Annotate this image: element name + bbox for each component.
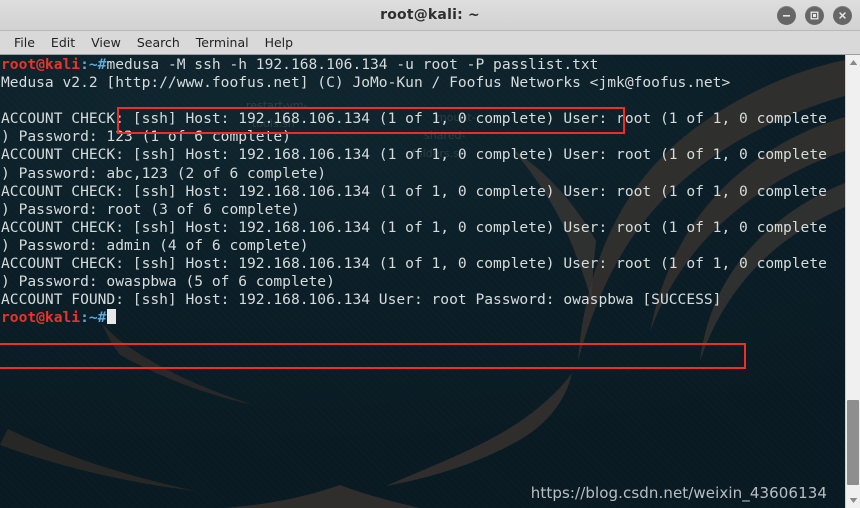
minimize-button[interactable] [777,6,796,25]
menu-item-file[interactable]: File [6,33,43,52]
typed-command: medusa -M ssh -h 192.168.106.134 -u root… [106,56,599,73]
terminal-active-prompt-line: root@kali:~# [1,309,845,327]
prompt-user-host: root@kali [1,56,81,73]
terminal-line: ACCOUNT CHECK: [ssh] Host: 192.168.106.1… [1,182,827,200]
prompt-tail: :~# [80,309,107,327]
blog-watermark: https://blog.csdn.net/weixin_43606134 [530,484,827,502]
annotation-box-account-found [0,343,746,369]
terminal-line: ) Password: root (3 of 6 complete) [1,200,300,218]
maximize-button[interactable] [805,6,824,25]
annotation-box-command [117,107,625,134]
terminal-line: ) Password: admin (4 of 6 complete) [1,236,309,254]
terminal-command-line: root@kali:~#medusa -M ssh -h 192.168.106… [1,56,845,74]
prompt-tail: :~# [80,56,107,73]
window-title: root@kali: ~ [380,7,480,23]
terminal-line: Medusa v2.2 [http://www.foofus.net] (C) … [1,74,731,92]
menu-item-search[interactable]: Search [129,33,188,52]
menu-item-edit[interactable]: Edit [43,33,83,52]
menu-item-terminal[interactable]: Terminal [188,33,257,52]
terminal-line: ACCOUNT CHECK: [ssh] Host: 192.168.106.1… [1,218,827,236]
terminal-line: ACCOUNT CHECK: [ssh] Host: 192.168.106.1… [1,255,827,273]
terminal-line: ) Password: owaspbwa (5 of 6 complete) [1,273,335,291]
menu-bar: File Edit View Search Terminal Help [0,31,860,55]
window-titlebar: root@kali: ~ [0,0,860,31]
menu-item-view[interactable]: View [83,33,129,52]
window-controls [777,6,852,25]
menu-item-help[interactable]: Help [257,33,302,52]
scrollbar-thumb[interactable] [847,400,859,485]
terminal-line: ACCOUNT CHECK: [ssh] Host: 192.168.106.1… [1,146,827,164]
prompt-user-host: root@kali [1,309,81,327]
scroll-up-arrow-icon[interactable] [846,55,860,70]
terminal-scrollbar[interactable] [845,55,860,508]
scroll-down-arrow-icon[interactable] [846,493,860,508]
terminal-line: ) Password: abc,123 (2 of 6 complete) [1,164,327,182]
close-button[interactable] [833,6,852,25]
terminal-line-account-found: ACCOUNT FOUND: [ssh] Host: 192.168.106.1… [1,291,722,309]
text-cursor [107,309,117,325]
terminal-window: root@kali: ~ File Edit View Search Termi… [0,0,860,508]
terminal-content-area[interactable]: restart-vm- tools.sh mount- shared- fold… [0,55,845,508]
